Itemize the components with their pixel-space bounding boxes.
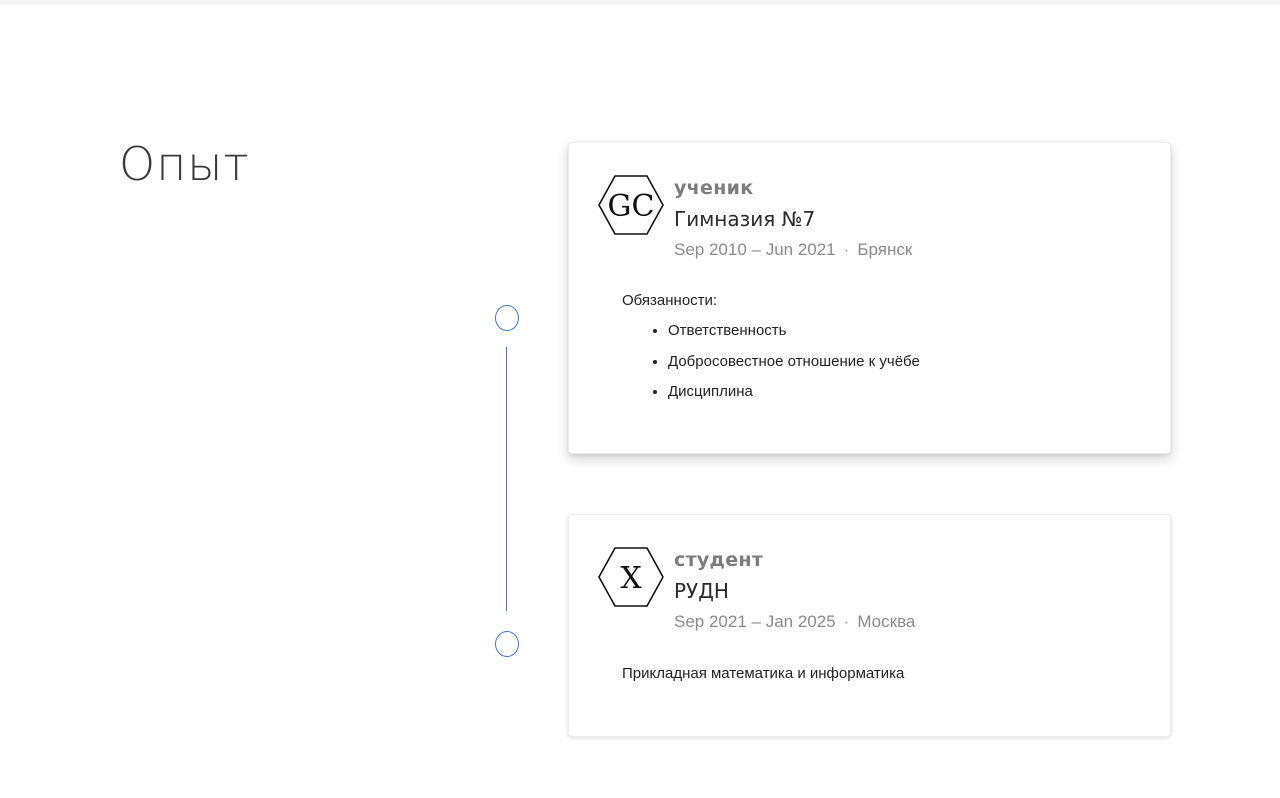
experience-card: GC ученик Гимназия №7 Sep 2010 – Jun 202… [568, 142, 1171, 454]
card-body: Обязанности: Ответственность Добросовест… [622, 286, 920, 408]
description: Прикладная математика и информатика [622, 665, 905, 682]
logo-text: GC [608, 189, 655, 224]
hexagon-logo-icon: GC [597, 174, 665, 236]
job-role: ученик [674, 177, 754, 199]
meta-separator: · [843, 612, 850, 631]
meta-separator: · [843, 240, 850, 259]
experience-card: X студент РУДН Sep 2021 – Jan 2025 · Москв… [568, 514, 1171, 737]
hexagon-logo-icon: X [597, 546, 665, 608]
date-location: Sep 2021 – Jan 2025 · Москва [674, 612, 915, 632]
duties-list: Ответственность Добросовестное отношение… [622, 316, 920, 408]
card-body: Прикладная математика и информатика [622, 659, 904, 689]
section-title: Опыт [119, 137, 250, 191]
job-role: студент [674, 549, 764, 571]
date-location: Sep 2010 – Jun 2021 · Брянск [674, 240, 912, 260]
location: Москва [857, 612, 916, 631]
location: Брянск [857, 240, 913, 259]
timeline-line [506, 347, 507, 611]
list-item: Добросовестное отношение к учёбе [668, 347, 920, 378]
top-bar [0, 0, 1280, 5]
list-item: Дисциплина [668, 377, 920, 408]
organization-name: РУДН [674, 579, 729, 603]
timeline-dot [495, 305, 519, 331]
duties-label: Обязанности: [622, 292, 718, 309]
organization-name: Гимназия №7 [674, 207, 816, 231]
logo-text: X [620, 561, 642, 596]
list-item: Ответственность [668, 316, 920, 347]
date-range: Sep 2021 – Jan 2025 [674, 612, 836, 631]
date-range: Sep 2010 – Jun 2021 [674, 240, 836, 259]
timeline-dot [495, 631, 519, 657]
